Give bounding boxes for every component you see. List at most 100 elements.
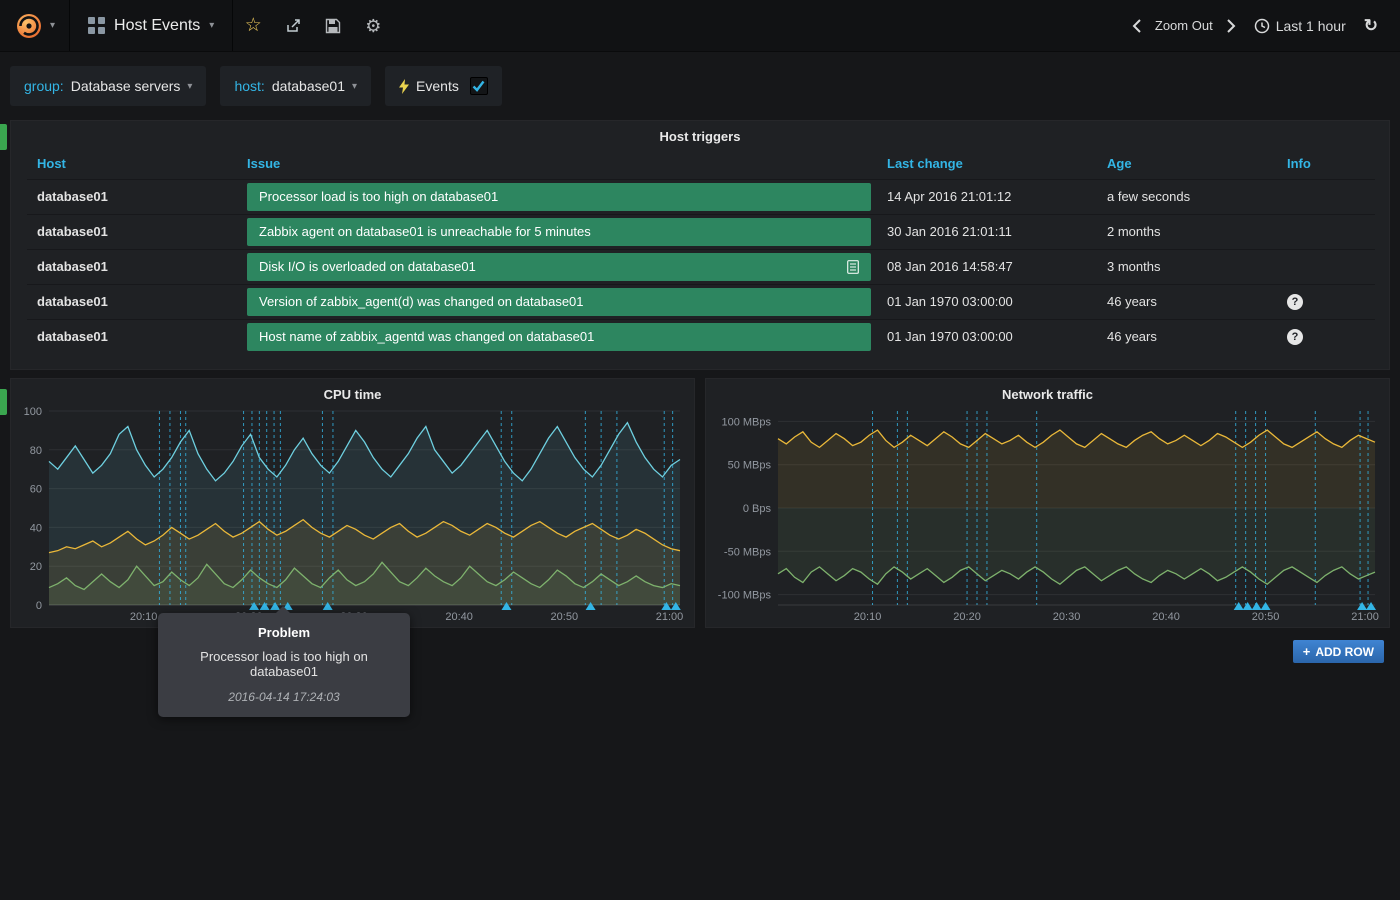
clock-icon <box>1254 18 1270 34</box>
table-row: database01 Zabbix agent on database01 is… <box>27 214 1375 249</box>
svg-text:40: 40 <box>30 522 42 534</box>
issue-badge: Version of zabbix_agent(d) was changed o… <box>247 288 871 316</box>
info-cell <box>1277 214 1375 249</box>
zoom-out-button[interactable]: Zoom Out <box>1155 18 1213 33</box>
row-handle-charts[interactable] <box>0 389 7 415</box>
issue-badge: Processor load is too high on database01 <box>247 183 871 211</box>
brand-caret-icon: ▾ <box>50 20 55 31</box>
host-caret-icon: ▾ <box>352 81 357 92</box>
host-label: host: <box>234 78 264 94</box>
last-change-cell: 01 Jan 1970 03:00:00 <box>877 284 1097 319</box>
check-icon <box>472 80 485 92</box>
plus-icon: + <box>1303 644 1311 659</box>
svg-text:20:40: 20:40 <box>445 611 473 623</box>
tooltip-title: Problem <box>172 625 396 640</box>
events-annotation-toggle[interactable]: Events <box>385 66 502 106</box>
template-var-group[interactable]: group: Database servers ▾ <box>10 66 206 106</box>
share-button[interactable] <box>273 0 313 51</box>
navbar: ▾ Host Events ▾ ☆ <box>0 0 1400 52</box>
age-cell: 46 years <box>1097 319 1277 354</box>
gear-icon: ⚙ <box>365 17 381 35</box>
svg-text:-100 MBps: -100 MBps <box>718 590 772 602</box>
time-range-label: Last 1 hour <box>1276 18 1346 34</box>
column-header-info: Info <box>1277 149 1375 179</box>
panel-title-cpu-time[interactable]: CPU time <box>11 379 694 402</box>
issue-badge: Disk I/O is overloaded on database01 <box>247 253 871 281</box>
issue-text: Host name of zabbix_agentd was changed o… <box>259 329 594 344</box>
refresh-icon: ↻ <box>1364 16 1378 36</box>
panel-title-network-traffic[interactable]: Network traffic <box>706 379 1389 402</box>
last-change-cell: 30 Jan 2016 21:01:11 <box>877 214 1097 249</box>
events-checkbox[interactable] <box>470 77 488 95</box>
settings-button[interactable]: ⚙ <box>353 0 393 51</box>
title-caret-icon: ▾ <box>209 20 214 31</box>
info-cell <box>1277 249 1375 284</box>
table-row: database01 Processor load is too high on… <box>27 179 1375 214</box>
group-caret-icon: ▾ <box>187 81 192 92</box>
network-traffic-chart[interactable]: 100 MBps50 MBps0 Bps-50 MBps-100 MBps20:… <box>712 405 1383 623</box>
help-icon[interactable]: ? <box>1287 329 1303 345</box>
chevron-right-icon <box>1227 19 1236 33</box>
dashboard-grid-icon <box>88 17 105 34</box>
dashboard-title-dropdown[interactable]: Host Events ▾ <box>70 0 233 51</box>
column-header-host: Host <box>27 149 237 179</box>
host-cell: database01 <box>27 214 237 249</box>
svg-text:20:10: 20:10 <box>130 611 158 623</box>
age-cell: 3 months <box>1097 249 1277 284</box>
table-row: database01 Host name of zabbix_agentd wa… <box>27 319 1375 354</box>
zoom-back-button[interactable] <box>1128 13 1145 39</box>
template-var-host[interactable]: host: database01 ▾ <box>220 66 371 106</box>
panel-title-host-triggers[interactable]: Host triggers <box>11 121 1389 144</box>
zoom-forward-button[interactable] <box>1223 13 1240 39</box>
group-label: group: <box>24 78 64 94</box>
svg-text:20:50: 20:50 <box>551 611 579 623</box>
issue-text: Disk I/O is overloaded on database01 <box>259 259 476 274</box>
svg-text:21:00: 21:00 <box>1351 611 1379 623</box>
time-picker-button[interactable]: Last 1 hour <box>1250 12 1350 40</box>
row-handle-triggers[interactable] <box>0 124 7 150</box>
add-row-label: ADD ROW <box>1315 645 1374 659</box>
age-cell: 46 years <box>1097 284 1277 319</box>
host-cell: database01 <box>27 319 237 354</box>
add-row-button[interactable]: + ADD ROW <box>1293 640 1384 663</box>
share-icon <box>285 18 302 34</box>
cpu-time-panel: CPU time 02040608010020:1020:2020:3020:4… <box>10 378 695 628</box>
tooltip-text: Processor load is too high on database01 <box>172 649 396 679</box>
triggers-table: Host Issue Last change Age Info database… <box>27 149 1375 354</box>
help-icon[interactable]: ? <box>1287 294 1303 310</box>
svg-text:20:30: 20:30 <box>1053 611 1081 623</box>
events-label: Events <box>416 78 459 94</box>
svg-text:21:00: 21:00 <box>656 611 684 623</box>
host-value: database01 <box>272 78 345 94</box>
last-change-cell: 08 Jan 2016 14:58:47 <box>877 249 1097 284</box>
host-cell: database01 <box>27 284 237 319</box>
svg-text:100: 100 <box>24 406 42 418</box>
table-row: database01 Disk I/O is overloaded on dat… <box>27 249 1375 284</box>
issue-text: Version of zabbix_agent(d) was changed o… <box>259 294 584 309</box>
table-header-row: Host Issue Last change Age Info <box>27 149 1375 179</box>
issue-text: Processor load is too high on database01 <box>259 189 498 204</box>
save-button[interactable] <box>313 0 353 51</box>
host-cell: database01 <box>27 249 237 284</box>
svg-text:20:40: 20:40 <box>1152 611 1180 623</box>
column-header-issue: Issue <box>237 149 877 179</box>
svg-text:60: 60 <box>30 484 42 496</box>
refresh-button[interactable]: ↻ <box>1360 10 1382 42</box>
svg-text:0 Bps: 0 Bps <box>743 503 772 515</box>
star-button[interactable]: ☆ <box>233 0 273 51</box>
issue-text: Zabbix agent on database01 is unreachabl… <box>259 224 591 239</box>
table-row: database01 Version of zabbix_agent(d) wa… <box>27 284 1375 319</box>
dashboard-title: Host Events <box>114 17 200 35</box>
cpu-time-chart[interactable]: 02040608010020:1020:2020:3020:4020:5021:… <box>17 405 688 623</box>
svg-text:80: 80 <box>30 445 42 457</box>
info-cell: ? <box>1277 319 1375 354</box>
tooltip-time: 2016-04-14 17:24:03 <box>172 690 396 704</box>
svg-text:20:10: 20:10 <box>854 611 882 623</box>
document-icon[interactable] <box>847 260 859 274</box>
host-triggers-panel: Host triggers Host Issue Last change Age… <box>10 120 1390 370</box>
grafana-menu-button[interactable]: ▾ <box>0 0 70 51</box>
svg-text:0: 0 <box>36 600 42 612</box>
column-header-last-change: Last change <box>877 149 1097 179</box>
svg-text:20: 20 <box>30 561 42 573</box>
column-header-age: Age <box>1097 149 1277 179</box>
